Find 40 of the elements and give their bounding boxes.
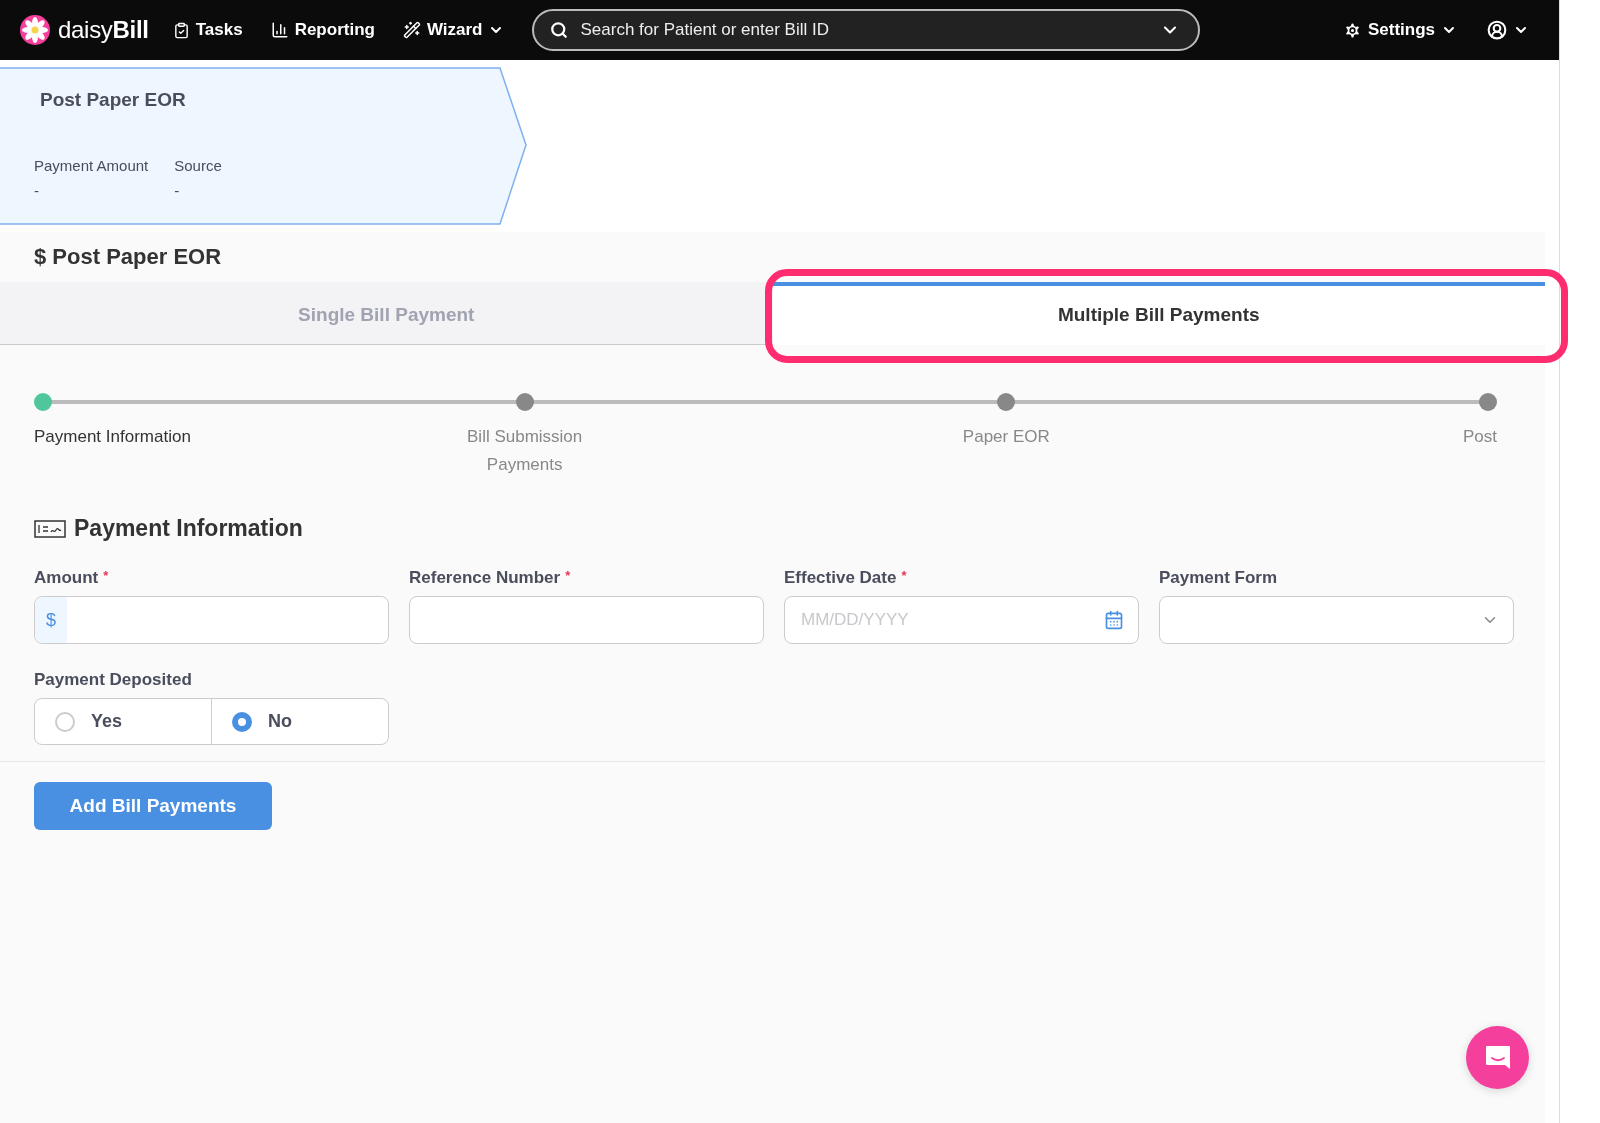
search-icon [550, 21, 569, 39]
breadcrumb-title: Post Paper EOR [40, 89, 187, 111]
settings-menu[interactable]: Settings [1342, 20, 1457, 40]
magic-wand-icon [402, 21, 421, 39]
field-label: Payment Deposited [34, 670, 193, 690]
section-title: Payment Information [74, 515, 303, 542]
radio-option[interactable]: Yes [35, 699, 211, 744]
required-mark: * [103, 568, 109, 583]
field-label: Amount * [34, 568, 110, 588]
radio-button[interactable] [232, 711, 252, 732]
nav-menu-item[interactable]: Tasks [172, 20, 243, 40]
step-label: Post [1462, 426, 1497, 448]
radio-button[interactable] [55, 711, 75, 732]
nav-menu-item[interactable]: Reporting [270, 20, 375, 40]
search-field[interactable]: Search for Patient or enter Bill ID [532, 9, 1201, 51]
search-input[interactable]: Search for Patient or enter Bill ID [578, 19, 1151, 41]
check-icon [34, 519, 66, 538]
calendar-icon [1104, 610, 1124, 630]
summary-value: - [174, 182, 181, 199]
step-label: Paper EOR [961, 426, 1051, 448]
user-menu[interactable] [1487, 20, 1529, 40]
summary-value: - [34, 182, 40, 199]
required-mark: * [901, 568, 907, 583]
required-mark: * [565, 568, 571, 583]
daisy-logo-icon [20, 15, 50, 45]
user-avatar-icon [1487, 20, 1507, 40]
brand-name: daisyBill [58, 16, 149, 44]
field-label: Reference Number * [409, 568, 572, 588]
nav-menu-item[interactable]: Wizard [402, 20, 505, 40]
bar-chart-icon [270, 21, 289, 39]
clipboard-icon [172, 21, 190, 39]
field-label: Effective Date * [784, 568, 908, 588]
tab[interactable]: Multiple Bill Payments [772, 282, 1545, 345]
step-label: Bill Submission Payments [466, 426, 584, 476]
page-title: $ Post Paper EOR [33, 243, 223, 271]
radio-option[interactable]: No [211, 699, 388, 744]
summary-label: Source [174, 157, 222, 174]
summary-label: Payment Amount [34, 157, 149, 174]
field-label: Payment Form [1159, 568, 1279, 588]
step-label: Payment Information [34, 426, 191, 448]
